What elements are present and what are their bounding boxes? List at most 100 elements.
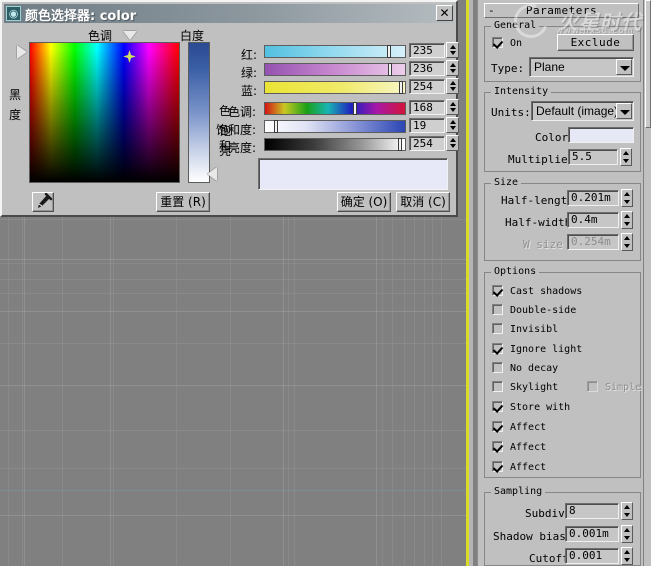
slider-thumb-green[interactable] [388, 63, 392, 76]
checkbox-affect-3[interactable] [492, 461, 503, 472]
cutoff-field[interactable]: 0.001 [565, 548, 619, 564]
rollout-title: Parameters [525, 4, 598, 17]
group-options-title: Options [491, 266, 540, 277]
whiteness-bar[interactable] [188, 42, 210, 183]
checkbox-no-decay[interactable] [492, 362, 503, 373]
field-red[interactable]: 235 [409, 43, 445, 58]
grid-line [0, 259, 468, 260]
grid-line [0, 219, 468, 220]
checkbox-cast-shadows[interactable] [492, 285, 503, 296]
half-length-spinner[interactable] [621, 189, 633, 207]
checkbox-ignore-light[interactable] [492, 343, 503, 354]
label-affect-2: Affect [510, 442, 547, 453]
checkbox-skylight[interactable] [492, 381, 503, 392]
grid-line [0, 263, 468, 264]
w-size-field: 0.254m [567, 234, 619, 250]
shadow-bias-label: Shadow bias: [493, 530, 573, 543]
slider-value[interactable] [264, 138, 406, 151]
spinner-blue[interactable] [446, 78, 459, 94]
type-dropdown[interactable]: Plane [529, 57, 634, 77]
exclude-button[interactable]: Exclude [557, 34, 634, 51]
spinner-value[interactable] [446, 135, 459, 151]
color-swatch[interactable] [568, 127, 634, 143]
checkbox-affect-2[interactable] [492, 441, 503, 452]
half-width-field[interactable]: 0.4m [567, 212, 619, 228]
dialog-titlebar[interactable]: ◉ 颜色选择器: color ✕ [4, 4, 454, 24]
label-value: 亮度: [228, 141, 257, 155]
subdivs-field[interactable]: 8 [565, 503, 619, 519]
subdivs-spinner[interactable] [621, 502, 633, 520]
grid-line [0, 430, 468, 431]
multiplier-field[interactable]: 5.5 [568, 149, 618, 165]
chevron-down-icon[interactable] [616, 59, 632, 75]
label-green: 绿: [241, 66, 258, 80]
field-hue[interactable]: 168 [409, 100, 445, 115]
horizon-axis-line [0, 490, 468, 491]
slider-hue[interactable] [264, 102, 406, 115]
half-length-field[interactable]: 0.201m [567, 190, 619, 206]
eyedropper-button[interactable] [32, 192, 54, 212]
half-width-spinner[interactable] [621, 211, 633, 229]
grid-line [432, 215, 433, 566]
shadow-bias-spinner[interactable] [621, 525, 633, 543]
units-label: Units: [491, 106, 531, 119]
group-size-title: Size [491, 177, 522, 188]
on-checkbox[interactable] [492, 37, 503, 48]
ok-button[interactable]: 确定 (O) [337, 192, 391, 212]
slider-blue[interactable] [264, 81, 406, 94]
color-crosshair-marker[interactable] [123, 50, 136, 63]
slider-red[interactable] [264, 45, 406, 58]
cancel-button[interactable]: 取消 (C) [396, 192, 450, 212]
reset-button[interactable]: 重置 (R) [156, 192, 210, 212]
group-size: Size Half-length: 0.201m Half-width: 0.4… [484, 177, 641, 261]
type-value: Plane [534, 60, 565, 74]
grid-line [0, 343, 468, 344]
color-preview-swatch[interactable] [258, 158, 448, 190]
chevron-down-icon[interactable] [616, 103, 632, 119]
hue-saturation-gradient[interactable] [29, 42, 180, 183]
grid-line [441, 215, 442, 566]
field-saturation[interactable]: 19 [409, 118, 445, 133]
label-affect-1: Affect [510, 422, 547, 433]
field-value[interactable]: 254 [409, 136, 445, 151]
grid-line [113, 215, 114, 566]
spinner-green[interactable] [446, 60, 459, 76]
viewport-3d[interactable] [0, 215, 468, 566]
close-icon[interactable]: ✕ [436, 5, 453, 21]
field-blue[interactable]: 254 [409, 79, 445, 94]
app-root: - Parameters General On Exclude Type: Pl… [0, 0, 651, 566]
multiplier-spinner[interactable] [620, 148, 632, 166]
checkbox-affect-1[interactable] [492, 421, 503, 432]
field-green[interactable]: 236 [409, 61, 445, 76]
slider-thumb-hue[interactable] [353, 102, 357, 115]
spinner-hue[interactable] [446, 99, 459, 115]
panel-scrollbar[interactable] [643, 0, 651, 566]
slider-thumb-red[interactable] [387, 45, 391, 58]
checkbox-double-side[interactable] [492, 304, 503, 315]
blackness-pointer-icon[interactable] [17, 45, 27, 59]
w-size-spinner [621, 233, 633, 251]
panel-scrollbar-thumb[interactable] [645, 0, 651, 128]
checkbox-store-with[interactable] [492, 401, 503, 412]
rollout-collapse-icon[interactable]: - [488, 4, 495, 17]
units-dropdown[interactable]: Default (image) [531, 101, 634, 121]
checkbox-invisible[interactable] [492, 323, 503, 334]
cutoff-spinner[interactable] [621, 547, 633, 565]
whiteness-pointer-icon[interactable] [207, 167, 217, 181]
slider-saturation[interactable] [264, 120, 406, 133]
slider-thumb-saturation[interactable] [274, 120, 278, 133]
grid-line [376, 215, 377, 566]
slider-green[interactable] [264, 63, 406, 76]
slider-thumb-blue[interactable] [399, 81, 403, 94]
grid-line [0, 515, 468, 516]
label-ignore-light: Ignore light [510, 344, 583, 355]
label-hue: 色调: [228, 105, 257, 119]
shadow-bias-field[interactable]: 0.001m [565, 526, 619, 542]
hue-pointer-icon[interactable] [123, 31, 137, 40]
spinner-red[interactable] [446, 42, 459, 58]
grid-line [22, 215, 23, 566]
rollout-header-parameters[interactable]: - Parameters [484, 3, 639, 18]
grid-line [294, 215, 295, 566]
slider-thumb-value[interactable] [398, 138, 402, 151]
spinner-saturation[interactable] [446, 117, 459, 133]
